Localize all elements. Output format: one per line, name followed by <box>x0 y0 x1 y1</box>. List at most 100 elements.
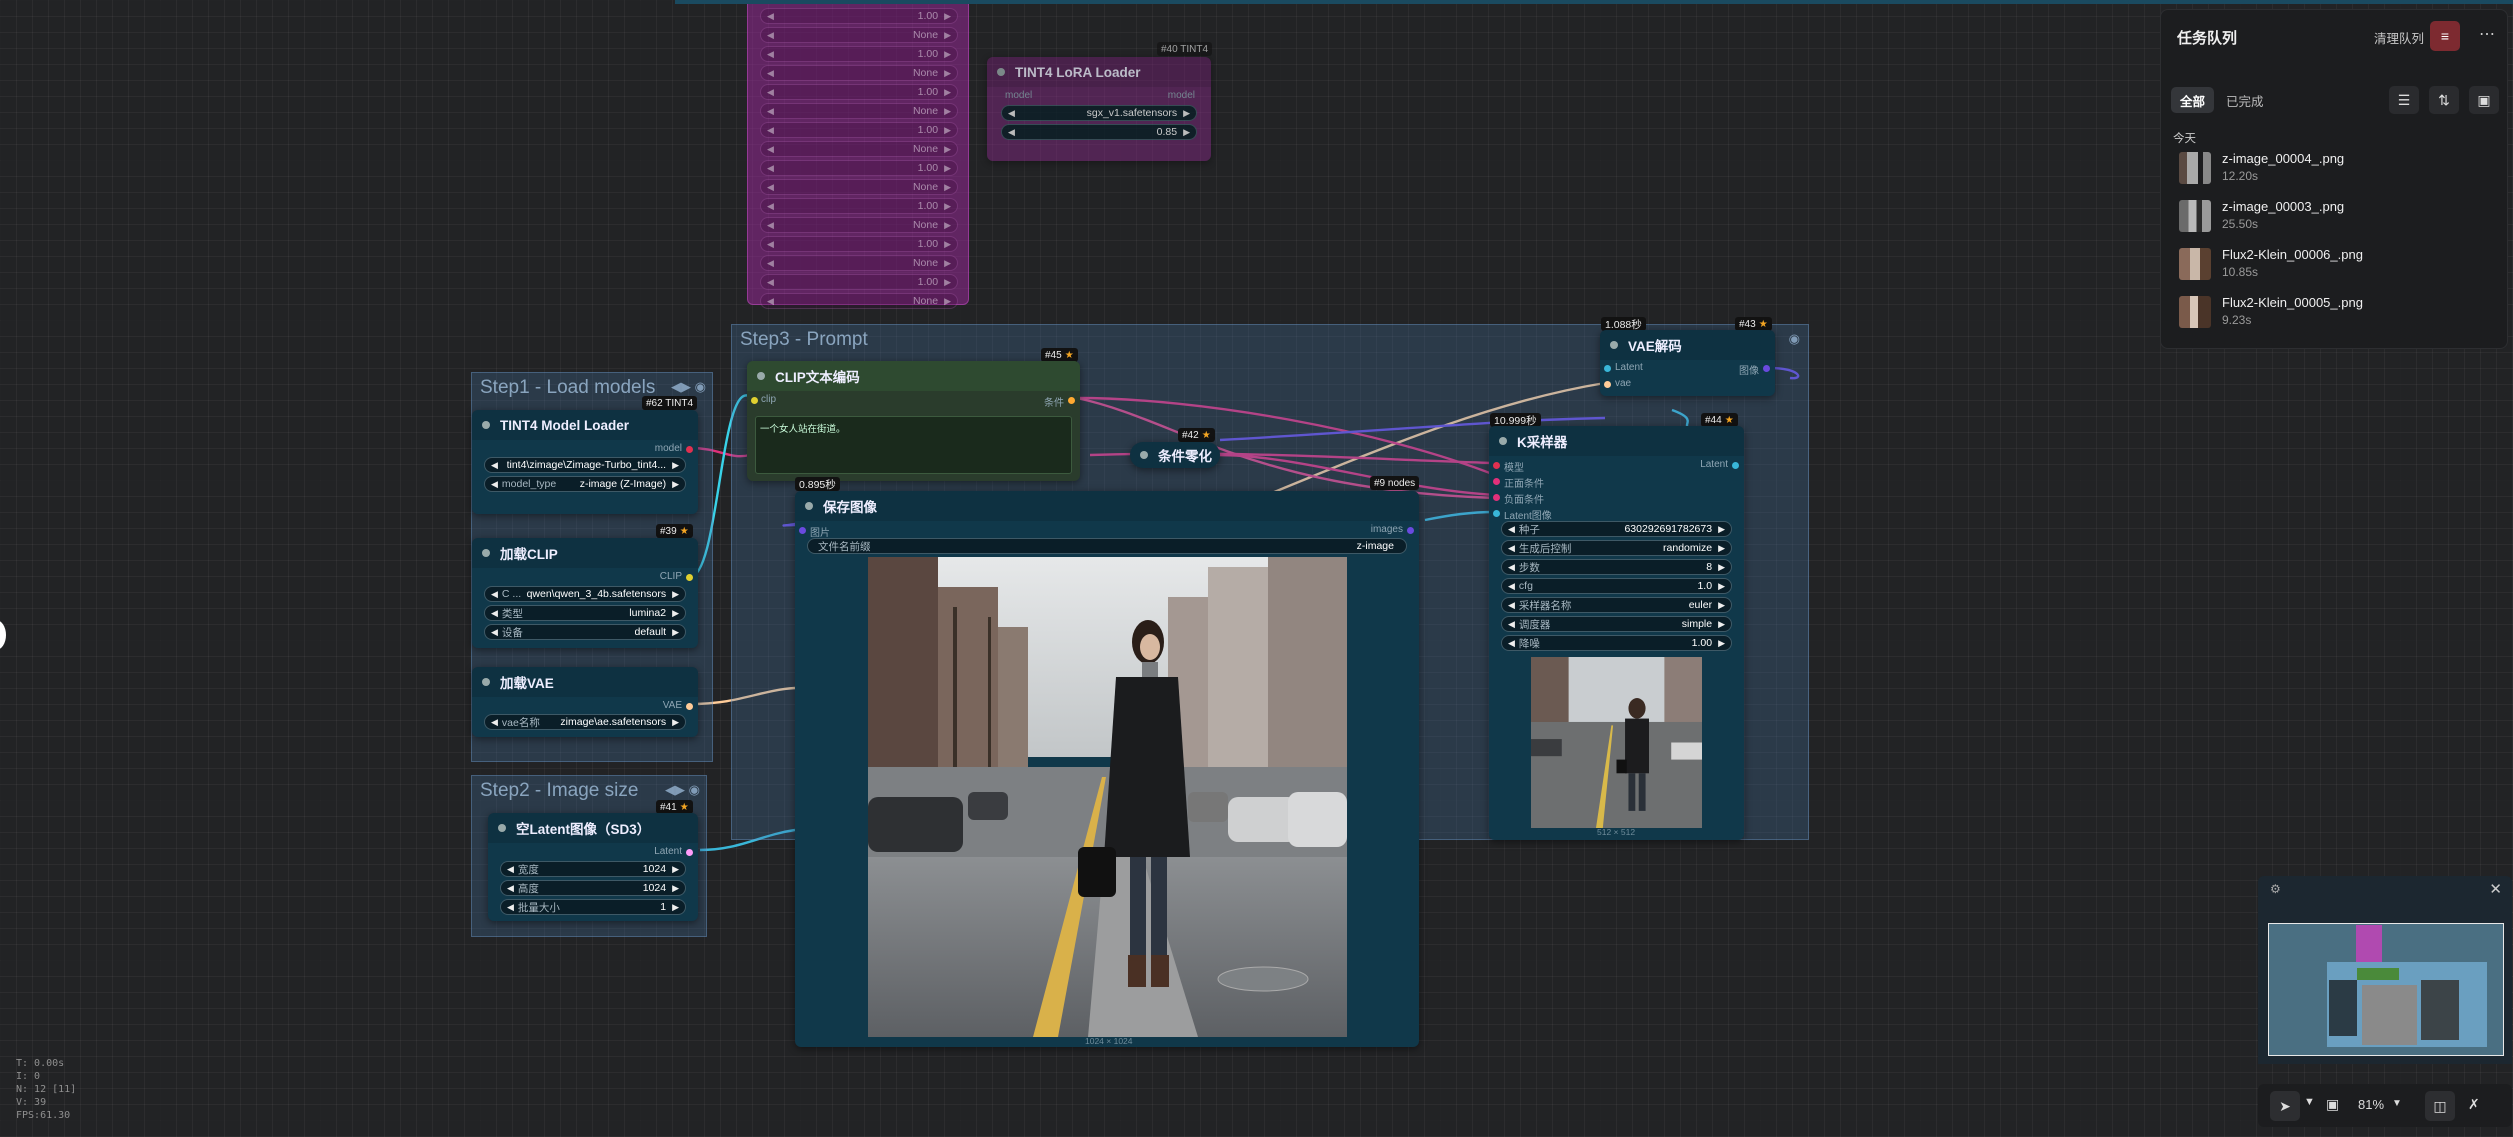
model-path-widget[interactable]: ◀ tint4\zimage\Zimage-Turbo_tint4... ▶ <box>484 457 686 473</box>
fit-view-button[interactable]: ▣ <box>2326 1096 2339 1113</box>
arrow-right-icon[interactable]: ▶ <box>944 201 951 212</box>
lora-stack-widget[interactable]: ◀ None ▶ <box>760 179 958 195</box>
seed-widget[interactable]: ◀ 种子 630292691782673 ▶ <box>1501 521 1732 537</box>
lora-stack-widget[interactable]: ◀ None ▶ <box>760 293 958 309</box>
latent-image-input-socket[interactable] <box>1493 510 1500 517</box>
arrow-left-icon[interactable]: ◀ <box>767 125 774 136</box>
clip-device-widget[interactable]: ◀ 设备 default ▶ <box>484 624 686 640</box>
minimap-settings-icon[interactable]: ⚙ <box>2270 882 2281 896</box>
clip-input-socket[interactable] <box>751 397 758 404</box>
arrow-right-icon[interactable]: ▶ <box>944 296 951 307</box>
vae-name-widget[interactable]: ◀ vae名称 zimage\ae.safetensors ▶ <box>484 714 686 730</box>
lora-stack-widget[interactable]: ◀ None ▶ <box>760 141 958 157</box>
lora-stack-widget[interactable]: ◀ 1.00 ▶ <box>760 274 958 290</box>
cond-output-socket[interactable] <box>1068 397 1075 404</box>
batch-widget[interactable]: ◀ 批量大小 1 ▶ <box>500 899 686 915</box>
cfg-widget[interactable]: ◀ cfg 1.0 ▶ <box>1501 578 1732 594</box>
scheduler-widget[interactable]: ◀ 调度器 simple ▶ <box>1501 616 1732 632</box>
filter-button[interactable]: ☰ <box>2389 86 2419 114</box>
lora-stack-widget[interactable]: ◀ None ▶ <box>760 255 958 271</box>
filename-prefix-widget[interactable]: 文件名前缀 z-image <box>807 538 1407 554</box>
arrow-left-icon[interactable]: ◀ <box>767 11 774 22</box>
arrow-left-icon[interactable]: ◀ <box>767 144 774 155</box>
lora-stack-widget[interactable]: ◀ None ▶ <box>760 27 958 43</box>
arrow-right-icon[interactable]: ▶ <box>944 49 951 60</box>
arrow-left-icon[interactable]: ◀ <box>767 87 774 98</box>
height-widget[interactable]: ◀ 高度 1024 ▶ <box>500 880 686 896</box>
arrow-right-icon[interactable]: ▶ <box>944 277 951 288</box>
arrow-left-icon[interactable]: ◀ <box>767 258 774 269</box>
lora-stack-widget[interactable]: ◀ None ▶ <box>760 217 958 233</box>
group-visibility-icon[interactable]: ◀▶ ◉ <box>671 379 706 395</box>
minimap-toggle-button[interactable]: ◫ <box>2425 1091 2455 1121</box>
lora-name-widget[interactable]: ◀ sgx_v1.safetensors ▶ <box>1001 105 1197 121</box>
arrow-right-icon[interactable]: ▶ <box>944 220 951 231</box>
control-after-widget[interactable]: ◀ 生成后控制 randomize ▶ <box>1501 540 1732 556</box>
conditioning-zero-node[interactable]: 条件零化 <box>1130 442 1220 468</box>
vae-output-socket[interactable] <box>686 703 693 710</box>
width-widget[interactable]: ◀ 宽度 1024 ▶ <box>500 861 686 877</box>
prompt-textarea[interactable]: 一个女人站在街道。 <box>755 416 1072 474</box>
latent-output-socket[interactable] <box>686 849 693 856</box>
images-input-socket[interactable] <box>799 527 806 534</box>
queue-item[interactable]: z-image_00004_.png 12.20s <box>2179 150 2499 190</box>
select-tool-button[interactable]: ➤ <box>2270 1091 2300 1121</box>
arrow-left-icon[interactable]: ◀ <box>767 201 774 212</box>
arrow-right-icon[interactable]: ▶ <box>944 30 951 41</box>
negative-input-socket[interactable] <box>1493 494 1500 501</box>
clip-output-socket[interactable] <box>686 574 693 581</box>
positive-input-socket[interactable] <box>1493 478 1500 485</box>
arrow-left-icon[interactable]: ◀ <box>767 296 774 307</box>
steps-widget[interactable]: ◀ 步数 8 ▶ <box>1501 559 1732 575</box>
lora-stack-node[interactable]: ◀ 1.00 ▶ ◀ None ▶ ◀ 1.00 ▶ ◀ None ▶ ◀ 1.00 ▶ ◀ None ▶ ◀ 1.0… <box>747 0 969 309</box>
lora-stack-widget[interactable]: ◀ None ▶ <box>760 103 958 119</box>
arrow-right-icon[interactable]: ▶ <box>944 239 951 250</box>
arrow-right-icon[interactable]: ▶ <box>944 11 951 22</box>
clip-text-encode-node[interactable]: CLIP文本编码 clip 条件 一个女人站在街道。 <box>747 361 1080 481</box>
lora-strength-widget[interactable]: ◀ 0.85 ▶ <box>1001 124 1197 140</box>
lora-stack-widget[interactable]: ◀ 1.00 ▶ <box>760 84 958 100</box>
queue-item[interactable]: Flux2-Klein_00006_.png 10.85s <box>2179 246 2499 286</box>
clear-queue-label[interactable]: 清理队列 <box>2374 28 2424 47</box>
sampler-widget[interactable]: ◀ 采样器名称 euler ▶ <box>1501 597 1732 613</box>
arrow-right-icon[interactable]: ▶ <box>944 87 951 98</box>
arrow-left-icon[interactable]: ◀ <box>767 49 774 60</box>
vae-input-socket[interactable] <box>1604 381 1611 388</box>
lora-stack-widget[interactable]: ◀ 1.00 ▶ <box>760 198 958 214</box>
latent-input-socket[interactable] <box>1604 365 1611 372</box>
minimap-close-icon[interactable]: ✕ <box>2489 880 2502 898</box>
ksampler-output-socket[interactable] <box>1732 462 1739 469</box>
arrow-right-icon[interactable]: ▶ <box>944 144 951 155</box>
clip-name-widget[interactable]: ◀ C ... qwen\qwen_3_4b.safetensors ▶ <box>484 586 686 602</box>
model-type-widget[interactable]: ◀ model_type z-image (Z-Image) ▶ <box>484 476 686 492</box>
load-vae-node[interactable]: 加载VAE VAE ◀ vae名称 zimage\ae.safetensors ▶ <box>472 667 698 737</box>
arrow-left-icon[interactable]: ◀ <box>767 163 774 174</box>
arrow-right-icon[interactable]: ▶ <box>944 125 951 136</box>
chevron-down-icon[interactable]: ▼ <box>2392 1098 2402 1109</box>
tint4-model-loader-node[interactable]: TINT4 Model Loader model ◀ tint4\zimage\Z… <box>472 410 698 514</box>
arrow-left-icon[interactable]: ◀ <box>767 30 774 41</box>
tab-completed[interactable]: 已完成 <box>2217 87 2273 113</box>
clip-type-widget[interactable]: ◀ 类型 lumina2 ▶ <box>484 605 686 621</box>
arrow-right-icon[interactable]: ▶ <box>944 163 951 174</box>
load-clip-node[interactable]: 加载CLIP CLIP ◀ C ... qwen\qwen_3_4b.safeten… <box>472 538 698 648</box>
arrow-left-icon[interactable]: ◀ <box>767 106 774 117</box>
lora-stack-widget[interactable]: ◀ 1.00 ▶ <box>760 8 958 24</box>
images-output-socket[interactable] <box>1407 527 1414 534</box>
arrow-left-icon[interactable]: ◀ <box>767 68 774 79</box>
model-input-socket[interactable] <box>1493 462 1500 469</box>
arrow-right-icon[interactable]: ▶ <box>944 182 951 193</box>
arrow-left-icon[interactable]: ◀ <box>767 239 774 250</box>
arrow-left-icon[interactable]: ◀ <box>767 182 774 193</box>
side-handle[interactable] <box>0 620 6 650</box>
hide-links-button[interactable]: ✗ <box>2468 1096 2480 1113</box>
clear-queue-button[interactable]: ≡ <box>2430 21 2460 51</box>
lora-stack-widget[interactable]: ◀ None ▶ <box>760 65 958 81</box>
arrow-right-icon[interactable]: ▶ <box>944 68 951 79</box>
vae-decode-node[interactable]: VAE解码 Latent vae 图像 <box>1600 330 1775 396</box>
zoom-level[interactable]: 81% <box>2358 1097 2384 1112</box>
tab-all[interactable]: 全部 <box>2171 87 2215 113</box>
arrow-right-icon[interactable]: ▶ <box>944 106 951 117</box>
queue-item[interactable]: Flux2-Klein_00005_.png 9.23s <box>2179 294 2499 334</box>
lora-stack-widget[interactable]: ◀ 1.00 ▶ <box>760 236 958 252</box>
